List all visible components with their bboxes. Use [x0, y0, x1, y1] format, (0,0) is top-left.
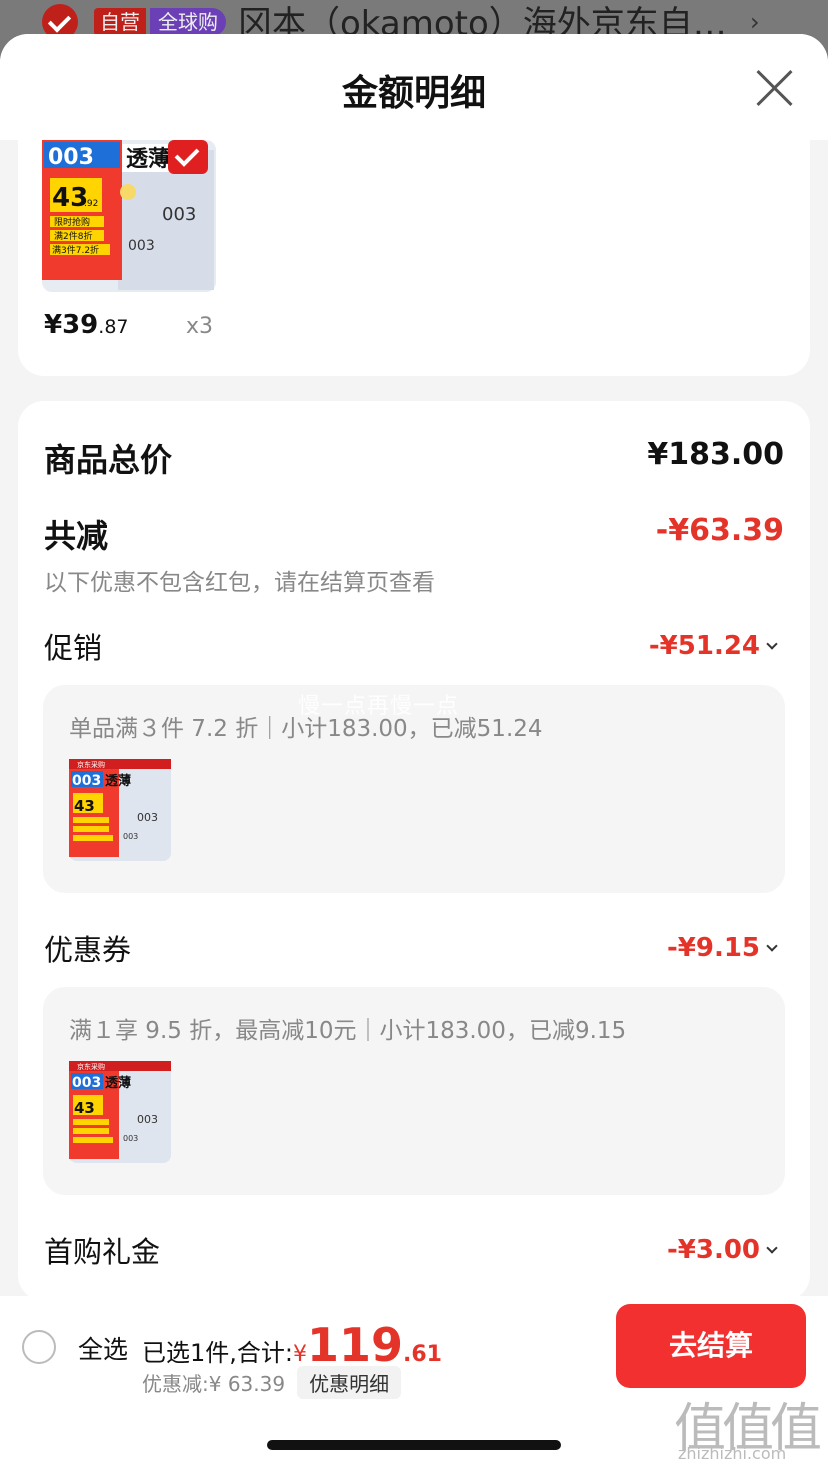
svg-text:京东采购: 京东采购 — [77, 1062, 105, 1071]
reduction-note: 以下优惠不包含红包，请在结算页查看 — [44, 570, 435, 596]
overlay-watermark-text: 慢一点再慢一点 — [298, 694, 460, 719]
site-watermark-url: zhizhizhi.com — [678, 1444, 787, 1463]
total-price-label: 商品总价 — [44, 441, 173, 479]
svg-text:满2件8折: 满2件8折 — [54, 230, 92, 242]
discount-summary: 优惠减:¥ 63.39 优惠明细 — [142, 1366, 402, 1399]
svg-text:003: 003 — [128, 238, 155, 254]
svg-text:003: 003 — [123, 1134, 138, 1143]
select-all-radio[interactable] — [22, 1330, 56, 1364]
global-purchase-tag: 全球购 — [150, 8, 226, 36]
total-amount: 119 — [306, 1318, 404, 1372]
svg-text:003: 003 — [162, 204, 196, 225]
sheet-title: 金额明细 — [341, 73, 486, 114]
chevron-down-icon — [766, 1242, 778, 1254]
first-purchase-gift-toggle[interactable]: -¥3.00 — [666, 1235, 778, 1265]
first-purchase-gift-value: -¥3.00 — [666, 1235, 760, 1265]
amount-detail-sheet: 金额明细 003 透薄 43 .92 限时抢购 满2件8折 满3件7.2折 00… — [0, 34, 828, 1468]
product-card: 003 透薄 43 .92 限时抢购 满2件8折 满3件7.2折 003 003… — [18, 140, 810, 376]
chevron-down-icon — [766, 638, 778, 650]
coupon-box: 满１享 9.5 折，最高减10元｜小计183.00，已减9.15 京东采购 00… — [43, 987, 785, 1195]
checkout-button[interactable]: 去结算 — [616, 1304, 806, 1388]
svg-text:003: 003 — [137, 811, 158, 824]
select-all-label[interactable]: 全选 — [78, 1330, 128, 1366]
total-price-value: ¥183.00 — [647, 437, 784, 472]
svg-text:003: 003 — [72, 773, 101, 789]
close-icon[interactable] — [754, 68, 794, 108]
first-purchase-gift-label: 首购礼金 — [44, 1235, 161, 1269]
amount-detail-card: 商品总价 ¥183.00 共减 -¥63.39 以下优惠不包含红包，请在结算页查… — [18, 401, 810, 1301]
chevron-right-icon: › — [750, 8, 760, 36]
promotion-value: -¥51.24 — [648, 631, 760, 661]
chevron-down-icon — [766, 940, 778, 952]
svg-text:003: 003 — [123, 832, 138, 841]
svg-text:透薄: 透薄 — [105, 1075, 131, 1091]
svg-text:003: 003 — [72, 1075, 101, 1091]
coupon-description: 满１享 9.5 折，最高减10元｜小计183.00，已减9.15 — [69, 1018, 627, 1044]
coupon-product-thumbnail[interactable]: 京东采购 003 透薄 43 003 003 — [69, 1061, 171, 1163]
total-reduction-label: 共减 — [44, 517, 109, 555]
svg-text:43: 43 — [74, 797, 95, 815]
product-quantity: x3 — [186, 314, 214, 339]
coupon-label: 优惠券 — [44, 933, 132, 967]
promotion-toggle[interactable]: -¥51.24 — [648, 631, 778, 661]
self-operated-tag: 自营 — [94, 8, 146, 36]
svg-text:满3件7.2折: 满3件7.2折 — [52, 244, 99, 256]
svg-text:透薄: 透薄 — [126, 147, 170, 172]
svg-text:京东采购: 京东采购 — [77, 760, 105, 769]
svg-text:透薄: 透薄 — [105, 773, 131, 789]
discount-detail-button[interactable]: 优惠明细 — [297, 1366, 402, 1399]
svg-text:003: 003 — [137, 1113, 158, 1126]
sheet-header: 金额明细 — [0, 34, 828, 140]
product-image[interactable]: 003 透薄 43 .92 限时抢购 满2件8折 满3件7.2折 003 003 — [42, 140, 216, 292]
promotion-product-thumbnail[interactable]: 京东采购 003 透薄 43 003 003 — [69, 759, 171, 861]
product-price: ¥39.87 — [44, 310, 129, 340]
coupon-value: -¥9.15 — [666, 933, 760, 963]
svg-text:003: 003 — [48, 145, 94, 170]
coupon-toggle[interactable]: -¥9.15 — [666, 933, 778, 963]
svg-text:.92: .92 — [84, 199, 98, 209]
svg-text:限时抢购: 限时抢购 — [54, 216, 90, 228]
selection-summary: 已选1件,合计:¥119.61 — [142, 1318, 442, 1372]
home-indicator[interactable] — [267, 1440, 561, 1450]
svg-text:43: 43 — [52, 183, 88, 213]
checkout-bar: 全选 已选1件,合计:¥119.61 优惠减:¥ 63.39 优惠明细 去结算 值… — [0, 1296, 828, 1468]
total-reduction-value: -¥63.39 — [655, 513, 784, 548]
promotion-label: 促销 — [44, 631, 103, 665]
svg-text:43: 43 — [74, 1099, 95, 1117]
